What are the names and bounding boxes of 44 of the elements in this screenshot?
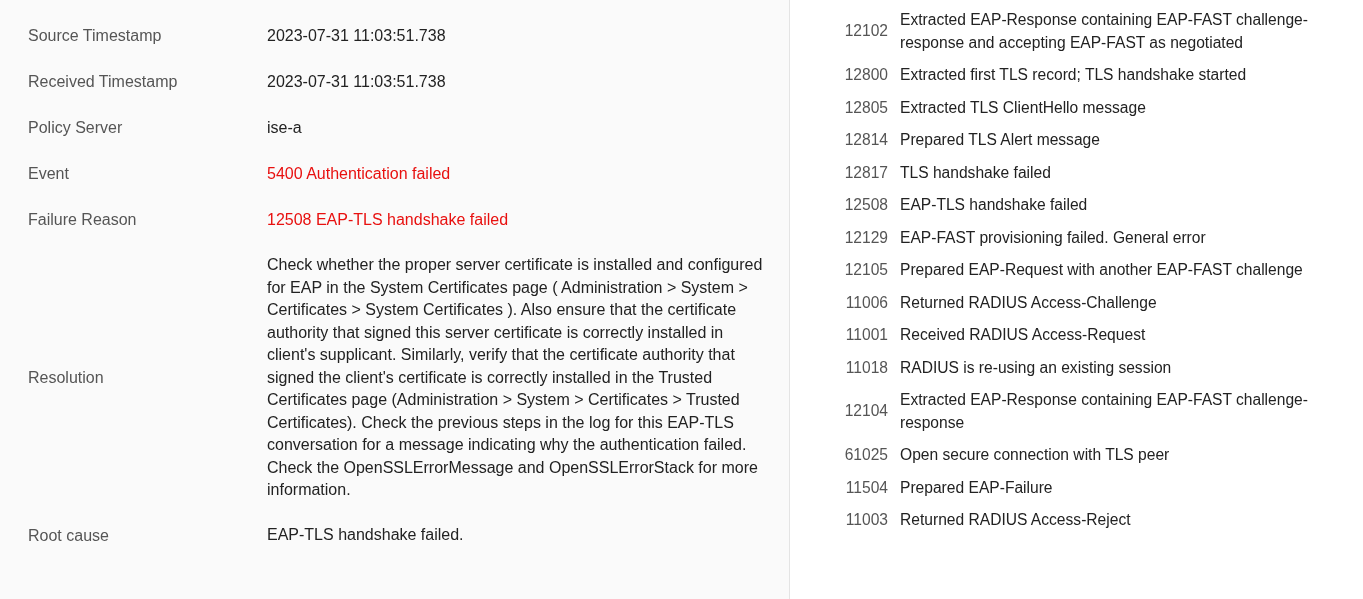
- step-code: 12817: [843, 162, 889, 183]
- step-description: Extracted TLS ClientHello message: [900, 97, 1147, 118]
- step-description: Prepared TLS Alert message: [900, 130, 1101, 150]
- step-code: 12105: [843, 260, 889, 280]
- step-code: 11504: [844, 477, 889, 498]
- step-description: Prepared EAP-Failure: [900, 477, 1054, 498]
- step-description: Open secure connection with TLS peer: [900, 445, 1171, 465]
- field-value: ise-a: [267, 117, 303, 138]
- field-value: 2023-07-31 11:03:51.738: [267, 25, 447, 46]
- step-code: 12508: [843, 195, 889, 215]
- step-code: 11001: [844, 325, 889, 345]
- step-description: TLS handshake failed: [900, 162, 1052, 183]
- step-code: 61025: [843, 445, 889, 465]
- step-description: Extracted EAP-Response containing EAP-FAST challenge-response: [900, 390, 1309, 433]
- step-code: 11018: [844, 357, 889, 378]
- step-description: Extracted EAP-Response containing EAP-FAST challenge-response and accepting EAP-FAST as negotiated: [900, 10, 1309, 53]
- field-value: Check whether the proper server certificate is installed and configured for EAP in the System Certificates page ( Administration > System > Certificates > System Certificates ). Also ensure that the certificate authority that signed this server certificate is correctly installed in client's supplicant. Similarly, verify that the certificate authority that signed the client's certificate is correctly installed in the Trusted Certificates page (Administration > System > Certificates > Trusted Certificates). Check the previous steps in the log for this EAP-TLS conversation for a message indicating why the authentication failed. Check the OpenSSLErrorMessage and OpenSSLErrorStack for more information.: [267, 255, 764, 500]
- step-description: EAP-FAST provisioning failed. General error: [900, 227, 1207, 248]
- field-value: EAP-TLS handshake failed.: [267, 525, 465, 546]
- step-description: Extracted first TLS record; TLS handshake started: [900, 65, 1248, 85]
- step-code: 12104: [843, 401, 889, 422]
- step-code: 12805: [843, 97, 889, 118]
- error-value: 5400 Authentication failed: [267, 163, 452, 184]
- step-description: Prepared EAP-Request with another EAP-FAST challenge: [900, 260, 1304, 280]
- field-label: Failure Reason: [28, 210, 138, 230]
- field-label: Received Timestamp: [28, 72, 179, 92]
- field-value: 2023-07-31 11:03:51.738: [267, 71, 447, 92]
- step-code: 11003: [844, 510, 889, 530]
- field-label: Resolution: [28, 367, 105, 388]
- step-description: EAP-TLS handshake failed: [900, 195, 1089, 215]
- step-description: Returned RADIUS Access-Reject: [900, 510, 1132, 530]
- field-label: Source Timestamp: [28, 26, 163, 46]
- step-code: 12102: [843, 21, 889, 42]
- step-code: 12800: [843, 65, 889, 85]
- step-code: 12814: [843, 130, 889, 150]
- step-description: RADIUS is re-using an existing session: [900, 357, 1173, 378]
- step-code: 11006: [844, 292, 889, 313]
- step-description: Received RADIUS Access-Request: [900, 325, 1147, 345]
- step-code: 12129: [843, 227, 889, 248]
- field-label: Root cause: [28, 525, 110, 546]
- error-value: 12508 EAP-TLS handshake failed: [267, 209, 510, 230]
- step-description: Returned RADIUS Access-Challenge: [900, 292, 1158, 313]
- field-label: Event: [28, 164, 70, 184]
- field-label: Policy Server: [28, 118, 124, 138]
